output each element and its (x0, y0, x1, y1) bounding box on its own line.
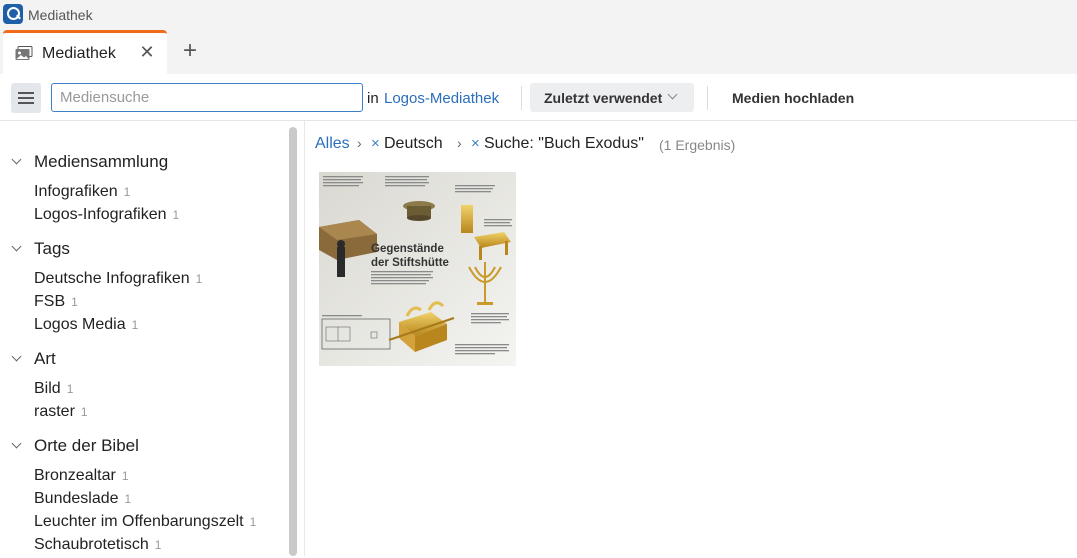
svg-text:der Stiftshütte: der Stiftshütte (371, 257, 449, 269)
chevron-right-icon: › (357, 135, 362, 151)
chevron-right-icon: › (457, 135, 462, 151)
filter-item-count: 1 (249, 515, 257, 529)
filter-item-count: 1 (123, 185, 131, 199)
filter-item[interactable]: Infografiken 1 (34, 183, 130, 205)
media-result-thumbnail[interactable]: Gegenstände der Stiftshütte (319, 172, 516, 366)
chevron-down-icon (667, 89, 678, 100)
divider (304, 121, 305, 556)
tab-bar: Mediathek ✕ + (0, 30, 1077, 74)
filter-group-label: Orte der Bibel (34, 436, 139, 455)
filter-item[interactable]: Bild 1 (34, 380, 73, 402)
window-title: Mediathek (28, 7, 93, 23)
filter-group-label: Mediensammlung (34, 152, 169, 171)
filter-item-count: 1 (66, 382, 74, 396)
filter-item-count: 1 (195, 272, 203, 286)
filter-item-label: Deutsche Infografiken (34, 270, 190, 287)
filter-item[interactable]: Logos-Infografiken 1 (34, 206, 179, 228)
sort-label: Zuletzt verwendet (544, 90, 663, 106)
thumbnail-title: Gegenstände (371, 243, 444, 255)
breadcrumb-all-link[interactable]: Alles (315, 135, 350, 153)
filter-sidebar: Mediensammlung Infografiken 1 Logos-Infog… (0, 121, 300, 556)
divider (707, 86, 708, 110)
close-tab-button[interactable]: ✕ (136, 41, 158, 63)
new-tab-button[interactable]: + (178, 38, 202, 64)
divider (521, 86, 522, 110)
chevron-down-icon (11, 154, 22, 165)
filter-item-label: Leuchter im Offenbarungszelt (34, 513, 244, 530)
upload-media-button[interactable]: Medien hochladen (732, 90, 854, 106)
media-search-input[interactable] (51, 83, 363, 112)
remove-filter-icon[interactable]: × (371, 135, 380, 152)
filter-item[interactable]: Schaubrotetisch 1 (34, 536, 161, 558)
filter-group-header[interactable]: Tags (0, 238, 285, 262)
filter-group-header[interactable]: Mediensammlung (0, 151, 285, 175)
filter-item-count: 1 (172, 208, 180, 222)
sidebar-scrollbar[interactable] (289, 127, 297, 556)
filter-item[interactable]: FSB 1 (34, 293, 78, 315)
filter-item[interactable]: Deutsche Infografiken 1 (34, 270, 202, 292)
filter-item-label: Logos Media (34, 316, 126, 333)
menu-button[interactable] (11, 83, 41, 113)
filter-item-label: Infografiken (34, 183, 118, 200)
filter-item-label: FSB (34, 293, 66, 310)
filter-group-header[interactable]: Orte der Bibel (0, 435, 285, 459)
filter-item-label: raster (34, 403, 75, 420)
filter-item-label: Bild (34, 380, 61, 397)
search-scope-prefix: in (367, 90, 379, 107)
chevron-down-icon (11, 351, 22, 362)
hamburger-icon (18, 92, 34, 94)
tab-label: Mediathek (42, 45, 116, 62)
filter-item-label: Logos-Infografiken (34, 206, 167, 223)
filter-item-count: 1 (131, 318, 139, 332)
app-logo-icon (3, 4, 23, 24)
result-count: (1 Ergebnis) (659, 137, 736, 153)
filter-item-count: 1 (124, 492, 132, 506)
media-library-icon (15, 46, 33, 60)
filter-group-label: Art (34, 349, 56, 368)
title-bar: Mediathek (0, 0, 1077, 30)
tab-mediathek[interactable]: Mediathek ✕ (3, 30, 167, 74)
filter-item-label: Bronzealtar (34, 467, 116, 484)
library-scope-link[interactable]: Logos-Mediathek (384, 90, 499, 107)
filter-item-label: Schaubrotetisch (34, 536, 149, 553)
filter-item[interactable]: Leuchter im Offenbarungszelt 1 (34, 513, 256, 535)
filter-item[interactable]: Bundeslade 1 (34, 490, 131, 512)
filter-item[interactable]: Bronzealtar 1 (34, 467, 129, 489)
filter-item[interactable]: Logos Media 1 (34, 316, 138, 338)
sort-dropdown[interactable]: Zuletzt verwendet (530, 83, 694, 112)
remove-filter-icon[interactable]: × (471, 135, 480, 152)
filter-group-label: Tags (34, 239, 70, 258)
filter-group-header[interactable]: Art (0, 348, 285, 372)
filter-item-label: Bundeslade (34, 490, 119, 507)
filter-item[interactable]: raster 1 (34, 403, 88, 425)
infographic-image: Gegenstände der Stiftshütte (319, 172, 516, 366)
toolbar: in Logos-Mediathek Zuletzt verwendet Med… (0, 74, 1077, 121)
filter-item-count: 1 (71, 295, 78, 309)
filter-item-count: 1 (80, 405, 88, 419)
chevron-down-icon (11, 241, 22, 252)
breadcrumb-filter-language: Deutsch (384, 135, 443, 152)
chevron-down-icon (11, 438, 22, 449)
filter-item-count: 1 (121, 469, 129, 483)
breadcrumb-filter-search: Suche: "Buch Exodus" (484, 135, 644, 152)
filter-item-count: 1 (154, 538, 162, 552)
